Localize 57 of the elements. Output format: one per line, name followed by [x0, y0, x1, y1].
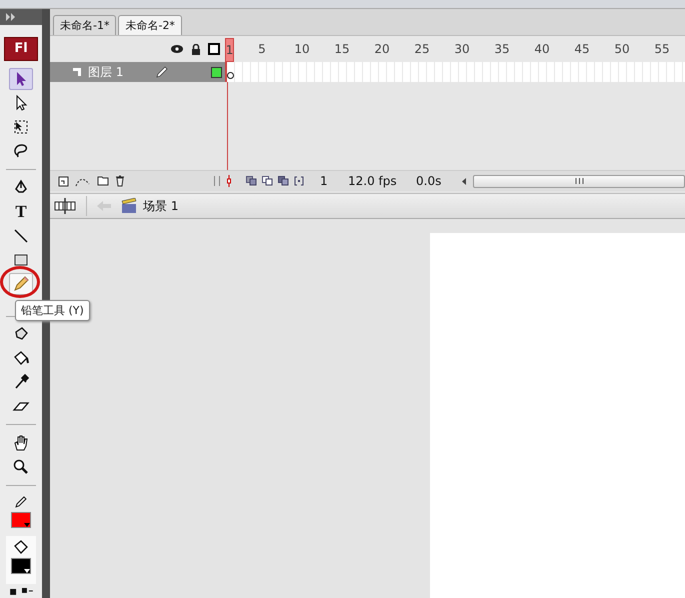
- clapperboard-icon: [121, 198, 137, 214]
- playhead-marker-icon[interactable]: [226, 175, 232, 187]
- frame-number: 30: [453, 42, 471, 56]
- frame-number: 15: [333, 42, 351, 56]
- line-icon: [12, 226, 30, 244]
- free-transform-icon: [12, 118, 30, 136]
- frame-number: 25: [413, 42, 431, 56]
- frame-number: 5: [257, 42, 267, 56]
- stroke-color-swatch[interactable]: [11, 512, 31, 528]
- fill-color-swatch[interactable]: [11, 558, 31, 574]
- layer-name: 图层 1: [88, 64, 124, 80]
- expand-icon[interactable]: [6, 12, 16, 21]
- tooltip: 铅笔工具 (Y): [15, 300, 90, 320]
- tool-button[interactable]: [9, 68, 33, 90]
- scene-name[interactable]: 场景 1: [143, 198, 178, 214]
- onion-markers-icon[interactable]: [294, 176, 304, 186]
- zoom-icon: [12, 458, 30, 476]
- trash-icon[interactable]: [115, 175, 125, 187]
- pencil-icon: [156, 66, 168, 78]
- frame-rate: 12.0 fps: [348, 174, 398, 188]
- folder-icon[interactable]: [97, 176, 109, 186]
- lock-icon[interactable]: [191, 44, 201, 54]
- keyframe-icon: [227, 72, 234, 79]
- frame-number: 55: [653, 42, 671, 56]
- frame-number: 40: [533, 42, 551, 56]
- swap-colors-icon[interactable]: [8, 587, 34, 595]
- app-logo: Fl: [4, 36, 38, 61]
- frame-number: 20: [373, 42, 391, 56]
- frame-number: 35: [493, 42, 511, 56]
- paint-bucket-icon: [12, 349, 30, 368]
- scroll-left-icon[interactable]: [462, 178, 467, 184]
- horizontal-scrollbar[interactable]: [473, 174, 685, 188]
- text-tool-button[interactable]: T: [9, 200, 33, 222]
- frame-number: 10: [293, 42, 311, 56]
- document-tab[interactable]: 未命名-1*: [53, 15, 116, 35]
- frame-number: 45: [573, 42, 591, 56]
- frame-number: 50: [613, 42, 631, 56]
- hand-icon: [12, 434, 30, 452]
- lasso-icon: [12, 142, 30, 160]
- layer-icon: [72, 67, 82, 77]
- eye-icon[interactable]: [170, 44, 184, 54]
- onion-skin-icon[interactable]: [246, 176, 257, 186]
- onion-outline-icon[interactable]: [262, 176, 273, 186]
- current-frame: 1: [320, 174, 342, 188]
- new-layer-icon[interactable]: [58, 176, 69, 186]
- layer-color-square[interactable]: [211, 66, 222, 78]
- paint-bucket-icon: [13, 539, 29, 556]
- document-tab[interactable]: 未命名-2*: [118, 15, 182, 35]
- pencil-icon: [14, 495, 28, 510]
- outline-icon[interactable]: [208, 43, 220, 55]
- scrollbar-grip-icon[interactable]: [574, 178, 584, 184]
- pencil-icon: [12, 274, 30, 292]
- elapsed-time: 0.0s: [416, 174, 442, 188]
- edit-frames-icon[interactable]: [278, 176, 289, 186]
- resize-grip[interactable]: [214, 176, 220, 186]
- playhead[interactable]: 1: [225, 38, 234, 62]
- timeline-toggle-icon[interactable]: [54, 197, 76, 215]
